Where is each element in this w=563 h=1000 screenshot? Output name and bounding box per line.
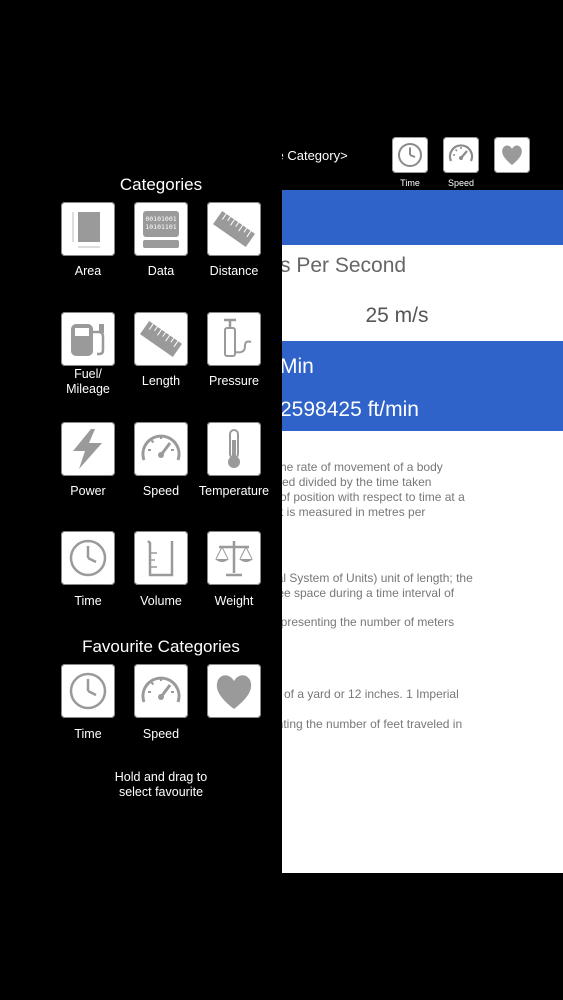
heart-icon bbox=[502, 145, 522, 165]
from-value-field[interactable]: 25 m/s bbox=[282, 304, 512, 328]
drag-hint-text: Hold and drag to select favourite bbox=[114, 770, 208, 799]
top-speed-button[interactable]: Speed bbox=[443, 137, 479, 188]
favourite-speed-label: Speed bbox=[142, 727, 180, 741]
speedometer-icon bbox=[448, 144, 474, 162]
pressure-pump-icon bbox=[224, 318, 252, 357]
description-line: nal System of Units) unit of length; the bbox=[282, 571, 473, 585]
favourite-categories-heading: Favourite Categories bbox=[82, 637, 240, 656]
beaker-icon bbox=[147, 540, 174, 577]
converter-view: ite Category> Time Speed s Per Second 25… bbox=[270, 0, 563, 1000]
fuel-pump-icon bbox=[71, 324, 105, 356]
clock-icon bbox=[69, 539, 107, 577]
category-header-bar bbox=[282, 190, 563, 245]
category-data-button[interactable]: 00101001 10101101 bbox=[134, 202, 188, 256]
speedometer-icon bbox=[141, 434, 181, 461]
category-pressure-button[interactable] bbox=[207, 312, 261, 366]
category-volume-button[interactable] bbox=[134, 531, 188, 585]
top-bar: ite Category> Time Speed bbox=[270, 132, 563, 190]
category-temperature-button[interactable] bbox=[207, 422, 261, 476]
category-length-button[interactable] bbox=[134, 312, 188, 366]
from-unit-label[interactable]: s Per Second bbox=[282, 254, 406, 278]
heart-icon bbox=[216, 675, 252, 709]
speedometer-icon bbox=[141, 676, 181, 703]
category-drawer: Categories Area 00101001 10101101 Data D… bbox=[0, 0, 282, 1000]
description-line: enting the number of feet traveled in bbox=[282, 717, 463, 731]
favourite-time-button[interactable] bbox=[61, 664, 115, 718]
clock-icon bbox=[69, 672, 107, 710]
category-power-button[interactable] bbox=[61, 422, 115, 476]
description-line: representing the number of meters bbox=[282, 615, 455, 629]
svg-text:00101001: 00101001 bbox=[145, 215, 176, 223]
category-fuel-mileage-button[interactable] bbox=[61, 312, 115, 366]
description-line: free space during a time interval of bbox=[282, 586, 455, 600]
top-favourite-button[interactable] bbox=[494, 137, 530, 173]
category-pressure-label: Pressure bbox=[208, 374, 260, 388]
categories-heading: Categories bbox=[119, 175, 203, 194]
category-area-button[interactable] bbox=[61, 202, 115, 256]
description-line: elled divided by the time taken bbox=[282, 475, 432, 489]
category-distance-label: Distance bbox=[209, 264, 259, 278]
description-line: rd of a yard or 12 inches. 1 Imperial bbox=[282, 687, 459, 701]
scale-icon bbox=[215, 541, 253, 577]
category-weight-label: Weight bbox=[214, 594, 254, 608]
svg-text:10101101: 10101101 bbox=[145, 223, 176, 231]
favourite-empty-slot[interactable] bbox=[207, 664, 261, 718]
top-time-label: Time bbox=[400, 178, 420, 188]
clock-icon bbox=[398, 143, 422, 167]
category-temperature-label: Temperature bbox=[198, 484, 270, 498]
ruler-icon bbox=[140, 320, 182, 358]
lightning-icon bbox=[73, 429, 102, 469]
category-time-button[interactable] bbox=[61, 531, 115, 585]
result-section: Min 2598425 ft/min bbox=[282, 341, 563, 431]
top-speed-label: Speed bbox=[447, 178, 475, 188]
to-unit-label[interactable]: Min bbox=[282, 355, 314, 379]
description-line: e of position with respect to time at a bbox=[282, 490, 465, 504]
thermometer-icon bbox=[228, 429, 240, 468]
to-value-display: 2598425 ft/min bbox=[282, 398, 419, 421]
ruler-icon bbox=[213, 210, 255, 248]
converter-panel: s Per Second 25 m/s Min 2598425 ft/min f… bbox=[282, 190, 563, 873]
favourite-speed-button[interactable] bbox=[134, 664, 188, 718]
top-time-button[interactable]: Time bbox=[392, 137, 428, 188]
category-distance-button[interactable] bbox=[207, 202, 261, 256]
description-line: . It is measured in metres per bbox=[282, 505, 426, 519]
category-speed-button[interactable] bbox=[134, 422, 188, 476]
area-ruler-icon bbox=[72, 212, 100, 248]
binary-data-icon: 00101001 10101101 bbox=[143, 211, 179, 248]
category-weight-button[interactable] bbox=[207, 531, 261, 585]
description-line: f the rate of movement of a body bbox=[282, 460, 443, 474]
